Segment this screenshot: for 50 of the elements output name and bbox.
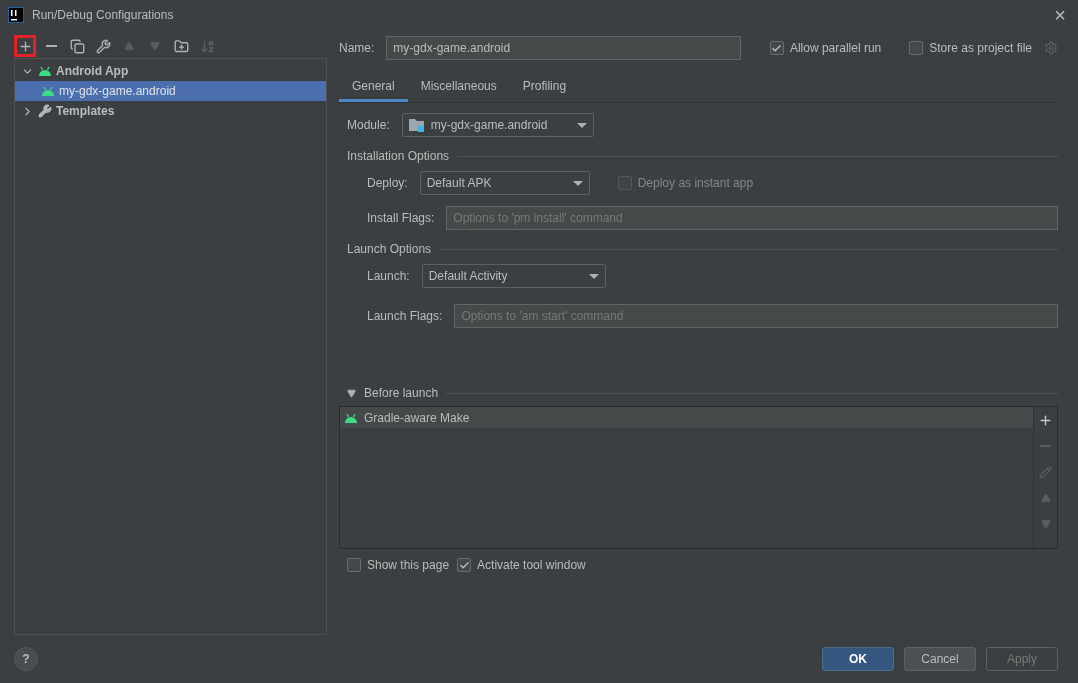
tab[interactable]: Profiling bbox=[509, 75, 580, 102]
name-label: Name: bbox=[339, 41, 375, 55]
task-item[interactable]: Gradle-aware Make bbox=[340, 407, 1033, 428]
check-icon bbox=[771, 42, 783, 54]
launch-dropdown[interactable]: Default Activity bbox=[421, 264, 606, 288]
dialog-button[interactable]: Cancel bbox=[904, 647, 976, 671]
check-icon bbox=[458, 559, 470, 571]
section-title: Before launch bbox=[364, 386, 439, 400]
module-dropdown[interactable]: my-gdx-game.android bbox=[401, 113, 594, 137]
folder-plus-icon bbox=[173, 38, 189, 54]
launch-flags-label: Launch Flags: bbox=[367, 309, 443, 323]
down-triangle-icon bbox=[1040, 519, 1051, 529]
close-button[interactable]: × bbox=[1050, 3, 1070, 27]
section-title: Installation Options bbox=[347, 149, 450, 163]
copy-icon bbox=[69, 38, 85, 54]
tab[interactable]: General bbox=[339, 75, 408, 102]
window-title: Run/Debug Configurations bbox=[32, 8, 175, 22]
module-folder-icon bbox=[408, 118, 425, 132]
android-icon bbox=[41, 86, 55, 96]
checkbox[interactable]: Activate tool window bbox=[457, 558, 586, 572]
module-label: Module: bbox=[347, 118, 390, 132]
down-triangle-icon bbox=[150, 41, 160, 51]
app-logo-icon bbox=[8, 7, 24, 23]
launch-label: Launch: bbox=[367, 269, 410, 283]
deploy-dropdown[interactable]: Default APK bbox=[419, 171, 590, 195]
add-icon bbox=[17, 38, 33, 54]
pencil-icon bbox=[1039, 465, 1052, 479]
android-icon bbox=[38, 66, 52, 76]
install-flags-label: Install Flags: bbox=[367, 211, 435, 225]
tab[interactable]: Miscellaneous bbox=[407, 75, 510, 102]
tree-item[interactable]: Android App bbox=[15, 61, 326, 81]
up-triangle-icon bbox=[1040, 493, 1051, 503]
up-triangle-icon bbox=[124, 41, 134, 51]
name-field[interactable]: my-gdx-game.android bbox=[386, 36, 742, 60]
android-icon bbox=[344, 412, 358, 423]
help-button[interactable]: ? bbox=[14, 647, 38, 671]
tree-item[interactable]: my-gdx-game.android bbox=[15, 81, 326, 101]
checkbox[interactable]: Store as project file bbox=[909, 41, 1032, 55]
dialog-button[interactable]: OK bbox=[822, 647, 894, 671]
checkbox[interactable]: Show this page bbox=[347, 558, 450, 572]
tree-item[interactable]: Templates bbox=[15, 101, 326, 121]
add-icon bbox=[1038, 412, 1053, 428]
sort-icon bbox=[199, 38, 215, 54]
collapse-toggle[interactable] bbox=[347, 388, 356, 398]
deploy-label: Deploy: bbox=[367, 176, 408, 190]
checkbox[interactable]: Allow parallel run bbox=[769, 41, 882, 55]
wrench-icon bbox=[38, 104, 52, 118]
gear-icon[interactable] bbox=[1044, 41, 1058, 55]
wrench-icon bbox=[95, 38, 111, 54]
section-title: Launch Options bbox=[347, 242, 432, 256]
